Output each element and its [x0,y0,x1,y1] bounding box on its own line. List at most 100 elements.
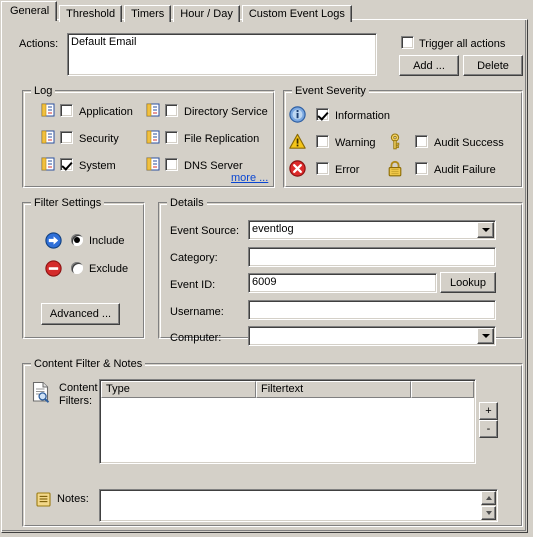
content-filters-label-line2: Filters: [59,395,92,407]
filter-settings-group-title: Filter Settings [31,197,105,209]
severity-warning-label: Warning [335,137,376,149]
notes-textarea[interactable] [99,489,498,522]
tab-general[interactable]: General [1,1,58,21]
log-dns-server-label: DNS Server [184,160,243,172]
notes-icon [36,492,51,510]
event-source-value: eventlog [252,223,294,235]
add-content-filter-button[interactable]: + [479,402,498,420]
log-directory-service-checkbox[interactable] [165,104,178,117]
lookup-button[interactable]: Lookup [440,272,496,293]
arrow-up-icon [485,496,492,500]
filter-exclude-label: Exclude [89,263,129,275]
key-icon [387,133,403,153]
computer-dropdown-arrow[interactable] [477,328,494,344]
trigger-all-actions-label: Trigger all actions [419,38,506,50]
username-label: Username: [170,306,224,318]
blue-arrow-right-icon [45,232,62,252]
add-action-button[interactable]: Add ... [399,55,459,76]
tab-hour-day-label: Hour / Day [180,8,233,20]
event-source-dropdown-arrow[interactable] [477,222,494,238]
log-directory-service-label: Directory Service [184,106,268,118]
content-filters-col-filtertext[interactable]: Filtertext [256,381,411,398]
event-id-input[interactable]: 6009 [248,273,437,293]
padlock-icon [387,160,403,180]
filter-exclude-radio[interactable] [71,262,83,274]
tab-general-label: General [10,5,50,17]
filter-include-radio[interactable] [71,234,83,246]
event-log-icon [41,130,55,147]
remove-content-filter-button[interactable]: - [479,420,498,438]
tab-threshold[interactable]: Threshold [59,5,123,22]
category-input[interactable] [248,247,496,267]
filter-include-label: Include [89,235,125,247]
username-input[interactable] [248,300,496,320]
notes-scroll-down-button[interactable] [481,506,496,520]
log-file-replication-checkbox[interactable] [165,131,178,144]
severity-error-checkbox[interactable] [316,162,329,175]
log-system-checkbox[interactable] [60,158,73,171]
event-log-icon [146,157,160,174]
content-filters-table[interactable]: Type Filtertext [99,379,476,464]
log-system-label: System [79,160,116,172]
severity-warning-checkbox[interactable] [316,135,329,148]
tab-strip: General Threshold Timers Hour / Day Cust… [1,1,354,22]
event-log-icon [41,103,55,120]
information-icon [289,106,306,126]
add-action-label: Add ... [413,59,445,72]
content-filters-label-line1: Content [59,382,98,394]
log-file-replication-label: File Replication [184,133,260,145]
severity-error-label: Error [335,164,360,176]
tab-hour-day[interactable]: Hour / Day [173,5,240,22]
error-icon [289,160,306,180]
remove-content-filter-label: - [486,423,491,435]
advanced-button-label: Advanced ... [49,308,112,320]
severity-information-checkbox[interactable] [316,108,329,121]
event-log-properties-dialog: General Threshold Timers Hour / Day Cust… [0,0,533,537]
notes-scroll-up-button[interactable] [481,491,496,505]
severity-audit-success-checkbox[interactable] [415,135,428,148]
severity-audit-failure-label: Audit Failure [434,164,496,176]
red-minus-icon [45,260,62,280]
event-source-label: Event Source: [170,225,240,237]
computer-label: Computer: [170,332,222,344]
arrow-down-icon [485,511,492,515]
tab-timers[interactable]: Timers [124,5,172,22]
log-security-label: Security [79,133,119,145]
event-id-label: Event ID: [170,279,216,291]
tab-timers-label: Timers [131,8,165,20]
event-source-combobox[interactable]: eventlog [248,220,496,240]
add-content-filter-label: + [485,405,492,417]
tab-threshold-label: Threshold [66,8,116,20]
delete-action-button[interactable]: Delete [463,55,523,76]
log-more-link[interactable]: more ... [231,172,268,184]
category-label: Category: [170,252,218,264]
severity-information-label: Information [335,110,391,122]
chevron-down-icon [481,228,490,232]
log-dns-server-checkbox[interactable] [165,158,178,171]
event-log-icon [146,103,160,120]
severity-audit-success-label: Audit Success [434,137,504,149]
advanced-button[interactable]: Advanced ... [41,303,120,325]
trigger-all-actions-checkbox[interactable] [401,36,414,49]
event-log-icon [41,157,55,174]
severity-audit-failure-checkbox[interactable] [415,162,428,175]
lookup-button-label: Lookup [449,276,487,289]
notes-scrollbar[interactable] [481,491,496,520]
content-filter-notes-group-title: Content Filter & Notes [31,358,146,370]
delete-action-label: Delete [477,59,509,72]
log-group-title: Log [31,85,56,97]
actions-selected-item: Default Email [71,36,137,48]
actions-listbox[interactable]: Default Email [67,33,377,76]
computer-combobox[interactable] [248,326,496,346]
content-filters-table-header: Type Filtertext [101,381,474,398]
log-application-checkbox[interactable] [60,104,73,117]
content-filters-col-extra[interactable] [411,381,474,398]
notes-label: Notes: [57,493,89,505]
document-search-icon [31,381,51,406]
details-group-title: Details [167,197,207,209]
tab-custom-event-logs[interactable]: Custom Event Logs [241,5,352,22]
actions-label: Actions: [19,38,59,50]
log-security-checkbox[interactable] [60,131,73,144]
event-severity-group-title: Event Severity [292,85,369,97]
content-filters-col-type[interactable]: Type [101,381,256,398]
